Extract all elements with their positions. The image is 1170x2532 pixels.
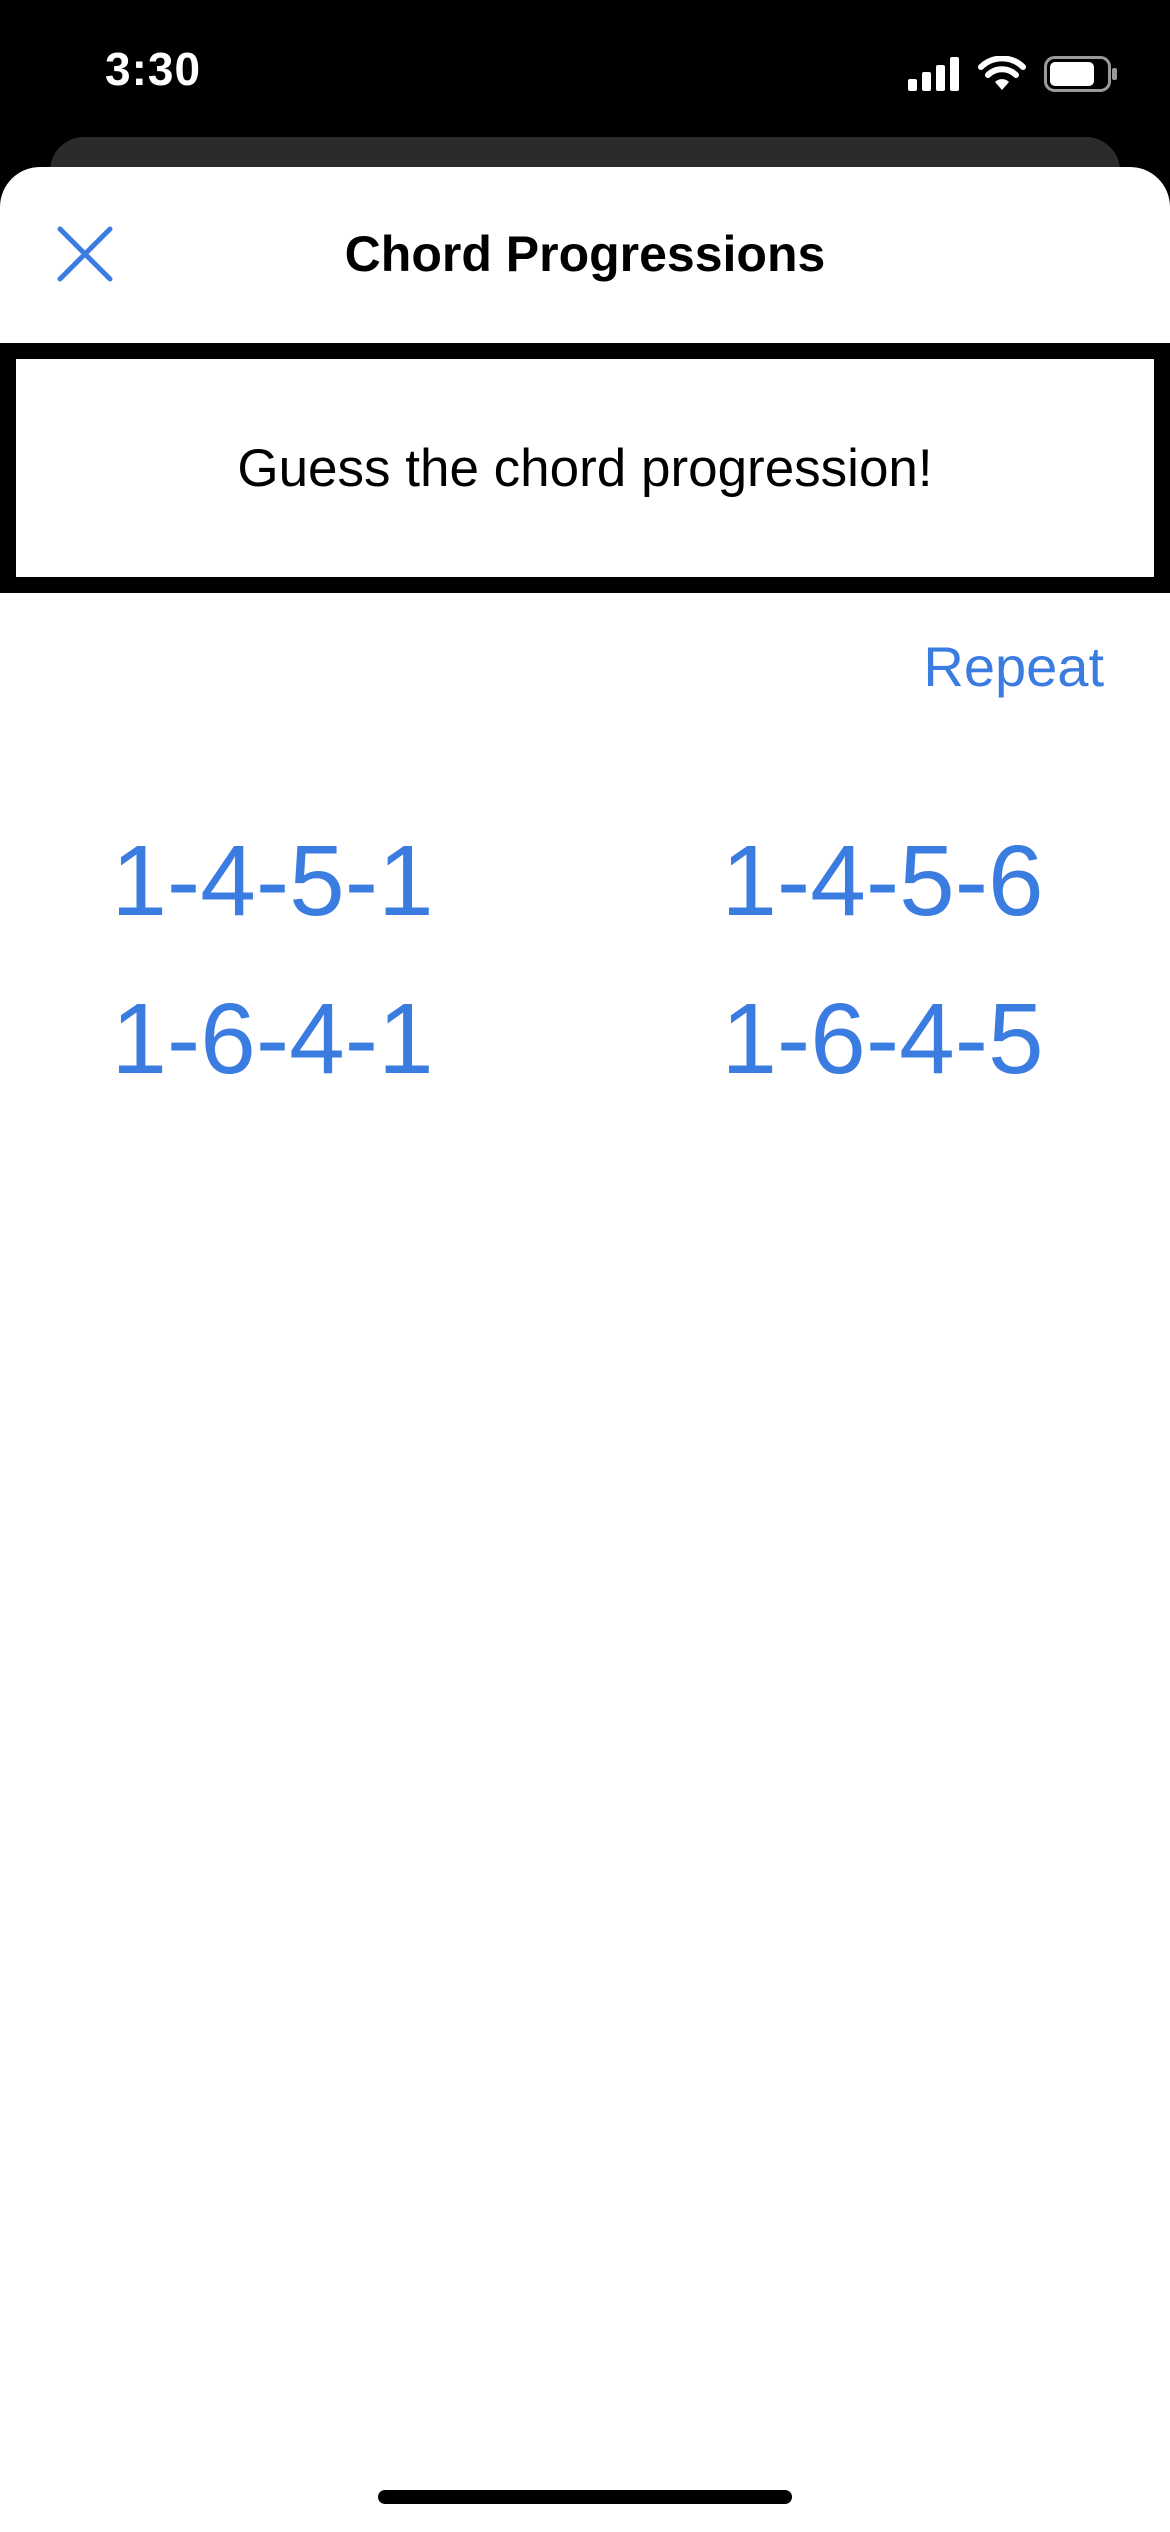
home-indicator[interactable] <box>378 2490 792 2504</box>
answer-grid: 1-4-5-1 1-4-5-6 1-6-4-1 1-6-4-5 <box>0 827 1170 1093</box>
page-title: Chord Progressions <box>344 226 826 282</box>
answer-button-2[interactable]: 1-4-5-6 <box>585 827 1170 935</box>
screen: 3:30 Chord Progressions Guess the chord … <box>0 0 1170 2532</box>
prompt-box: Guess the chord progression! <box>0 343 1170 593</box>
status-bar: 3:30 <box>0 0 1170 140</box>
nav-bar: Chord Progressions <box>0 167 1170 342</box>
modal-sheet: Chord Progressions Guess the chord progr… <box>0 167 1170 2532</box>
status-icons <box>908 52 1118 96</box>
repeat-button[interactable]: Repeat <box>923 634 1104 699</box>
prompt-text: Guess the chord progression! <box>237 438 933 498</box>
cellular-signal-icon <box>908 57 959 91</box>
answer-button-3[interactable]: 1-6-4-1 <box>0 985 585 1093</box>
answer-button-4[interactable]: 1-6-4-5 <box>585 985 1170 1093</box>
battery-icon <box>1044 56 1117 92</box>
wifi-icon <box>978 56 1026 90</box>
answer-button-1[interactable]: 1-4-5-1 <box>0 827 585 935</box>
status-time: 3:30 <box>105 43 202 95</box>
